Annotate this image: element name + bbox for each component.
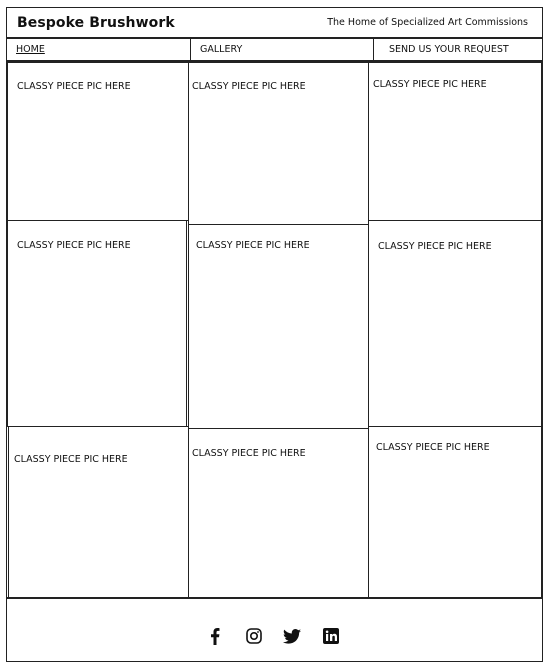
nav-gallery-link[interactable]: GALLERY — [190, 39, 373, 60]
nav-home-link[interactable]: HOME — [7, 39, 190, 60]
site-tagline: The Home of Specialized Art Commissions — [327, 17, 528, 28]
gallery-item-placeholder: CLASSY PIECE PIC HERE — [192, 448, 306, 459]
gallery-grid: CLASSY PIECE PIC HERE CLASSY PIECE PIC H… — [6, 61, 543, 598]
gallery-item-placeholder: CLASSY PIECE PIC HERE — [17, 81, 131, 92]
gallery-item-placeholder: CLASSY PIECE PIC HERE — [378, 241, 492, 252]
site-brand[interactable]: Bespoke Brushwork — [17, 15, 175, 31]
gallery-item[interactable]: CLASSY PIECE PIC HERE — [368, 62, 542, 221]
gallery-item-placeholder: CLASSY PIECE PIC HERE — [14, 454, 128, 465]
nav-request-link[interactable]: SEND US YOUR REQUEST — [373, 39, 541, 60]
gallery-item[interactable]: CLASSY PIECE PIC HERE — [188, 428, 369, 598]
twitter-icon[interactable] — [282, 627, 302, 645]
gallery-item-placeholder: CLASSY PIECE PIC HERE — [17, 240, 131, 251]
gallery-item-placeholder: CLASSY PIECE PIC HERE — [192, 81, 306, 92]
gallery-item-placeholder: CLASSY PIECE PIC HERE — [196, 240, 310, 251]
gallery-item[interactable]: CLASSY PIECE PIC HERE — [8, 426, 189, 598]
gallery-item-placeholder: CLASSY PIECE PIC HERE — [373, 79, 487, 90]
gallery-item[interactable]: CLASSY PIECE PIC HERE — [188, 62, 369, 225]
main-nav: HOME GALLERY SEND US YOUR REQUEST — [6, 38, 543, 61]
site-header: Bespoke Brushwork The Home of Specialize… — [6, 7, 543, 38]
instagram-icon[interactable] — [245, 627, 263, 645]
gallery-item[interactable]: CLASSY PIECE PIC HERE — [368, 220, 542, 427]
gallery-item[interactable]: CLASSY PIECE PIC HERE — [368, 426, 542, 598]
gallery-item[interactable]: CLASSY PIECE PIC HERE — [7, 62, 189, 221]
gallery-item[interactable]: CLASSY PIECE PIC HERE — [7, 220, 187, 427]
site-footer — [6, 598, 543, 662]
facebook-icon[interactable] — [207, 627, 223, 645]
gallery-item-placeholder: CLASSY PIECE PIC HERE — [376, 442, 490, 453]
linkedin-icon[interactable] — [322, 627, 340, 645]
gallery-item[interactable]: CLASSY PIECE PIC HERE — [188, 224, 369, 429]
